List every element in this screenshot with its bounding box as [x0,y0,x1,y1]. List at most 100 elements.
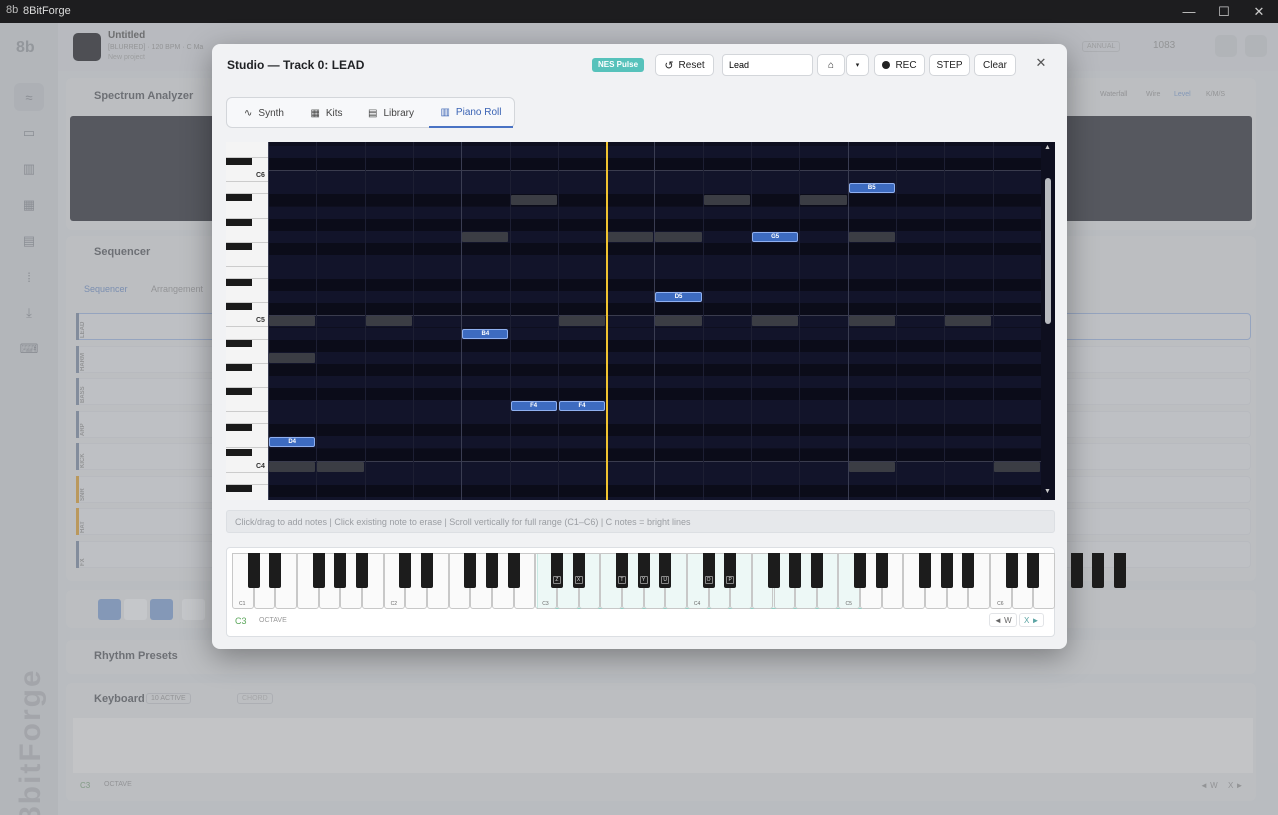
piano-roll-note[interactable]: B5 [848,183,895,194]
piano-roll-key[interactable] [226,218,252,226]
octave-down-button[interactable]: ◄ W [989,613,1017,627]
black-key[interactable] [1114,553,1127,588]
piano-roll-note[interactable]: B4 [462,328,509,339]
piano-roll-key[interactable] [226,303,252,311]
black-key[interactable] [1027,553,1040,588]
piano-roll-note[interactable]: D4 [269,437,316,448]
black-key[interactable] [1092,553,1105,588]
preset-dropdown-button[interactable]: ▾ [846,54,869,76]
black-key-hotkey: T [617,576,626,584]
piano-roll-key[interactable] [226,255,268,267]
ghost-note [317,461,364,472]
black-key[interactable]: O [702,553,715,588]
preset-name-input[interactable] [722,54,813,76]
tab-synth[interactable]: ∿ Synth [229,98,299,128]
piano-roll-key[interactable] [226,497,268,500]
piano-roll-key[interactable] [226,352,268,364]
piano-roll-key[interactable] [226,291,268,304]
black-key[interactable]: U [659,553,672,588]
black-key[interactable] [420,553,433,588]
black-key[interactable] [312,553,325,588]
studio-modal: Studio — Track 0: LEAD NES Pulse ↺ Reset… [212,44,1127,649]
rec-button[interactable]: REC [874,54,925,76]
black-key[interactable] [789,553,802,588]
piano-roll-note[interactable]: F4 [510,401,557,412]
ghost-note [655,231,702,242]
tab-library[interactable]: ▤ Library [355,98,427,128]
modal-keyboard[interactable]: Z X T Y U O P C1 C2 C3 C4 C5 C6 [232,553,1127,609]
tab-library-label: Library [383,107,415,119]
piano-roll-key[interactable] [226,279,252,287]
piano-roll-key[interactable] [226,267,268,280]
tab-piano-roll[interactable]: ▥ Piano Roll [429,98,513,128]
scroll-up-icon[interactable]: ▲ [1044,144,1051,151]
piano-roll-note[interactable]: G5 [752,231,799,242]
black-key[interactable] [485,553,498,588]
piano-roll-key[interactable] [226,448,252,456]
black-key[interactable]: Z [550,553,563,588]
black-key[interactable] [962,553,975,588]
piano-roll-scrollbar[interactable]: ▲ ▼ [1041,142,1055,500]
black-key[interactable] [875,553,888,588]
black-key[interactable] [1005,553,1018,588]
octave-up-button[interactable]: X ► [1019,613,1045,627]
piano-roll-key[interactable] [226,231,268,243]
scroll-down-icon[interactable]: ▼ [1044,488,1051,495]
black-key[interactable] [399,553,412,588]
maximize-icon[interactable]: ☐ [1207,0,1241,23]
piano-roll-key[interactable] [226,473,268,485]
black-key[interactable] [334,553,347,588]
black-key[interactable] [919,553,932,588]
black-key[interactable] [810,553,823,588]
ghost-note [269,316,316,327]
piano-roll-keys[interactable]: C6 C5 C4 [226,142,268,500]
clear-button[interactable]: Clear [974,54,1016,76]
piano-roll-key[interactable] [226,182,268,195]
wave-icon: ∿ [244,107,253,119]
reset-button[interactable]: ↺ Reset [655,54,714,76]
piano-roll-key[interactable] [226,400,268,413]
black-key[interactable] [767,553,780,588]
black-key[interactable]: T [615,553,628,588]
close-modal-icon[interactable]: ✕ [1032,55,1050,73]
piano-roll-key[interactable] [226,412,268,425]
minimize-icon[interactable]: — [1172,0,1206,23]
black-key[interactable] [464,553,477,588]
black-key[interactable] [247,553,260,588]
ghost-note [655,316,702,327]
black-key[interactable]: P [724,553,737,588]
piano-roll-hint: Click/drag to add notes | Click existing… [226,510,1055,533]
piano-roll-key[interactable] [226,424,252,432]
piano-roll-note[interactable]: D5 [655,292,702,303]
black-key[interactable]: X [572,553,585,588]
piano-roll-key[interactable] [226,146,268,159]
piano-roll-key[interactable] [226,484,252,492]
ghost-note [800,195,847,206]
black-key[interactable] [269,553,282,588]
black-key[interactable] [854,553,867,588]
black-key[interactable] [355,553,368,588]
piano-roll-grid[interactable]: D4 B4 F4 F4 D5 G5 B5 [268,142,1041,500]
step-button[interactable]: STEP [929,54,970,76]
scrollbar-thumb[interactable] [1045,178,1051,324]
save-preset-button[interactable]: ⌂ [817,54,845,76]
ghost-note [848,231,895,242]
piano-roll-key[interactable] [226,436,268,449]
piano-roll-note[interactable]: F4 [558,401,606,412]
piano-roll-key[interactable] [226,194,252,202]
black-key[interactable]: Y [637,553,650,588]
piano-roll-key[interactable] [226,388,252,395]
studio-tabs: ∿ Synth ▦ Kits ▤ Library ▥ Piano Roll [226,97,515,128]
close-window-icon[interactable]: ✕ [1242,0,1276,23]
tab-kits[interactable]: ▦ Kits [299,98,354,128]
piano-roll-key[interactable] [226,242,252,250]
piano-roll-key[interactable] [226,339,252,347]
black-key[interactable] [507,553,520,588]
piano-roll-key[interactable] [226,158,252,166]
black-key[interactable] [1070,553,1083,588]
piano-roll-key[interactable] [226,207,268,219]
piano-roll-key[interactable] [226,363,252,371]
piano-roll-key[interactable] [226,328,268,340]
black-key[interactable] [940,553,953,588]
piano-roll-key[interactable] [226,376,268,388]
